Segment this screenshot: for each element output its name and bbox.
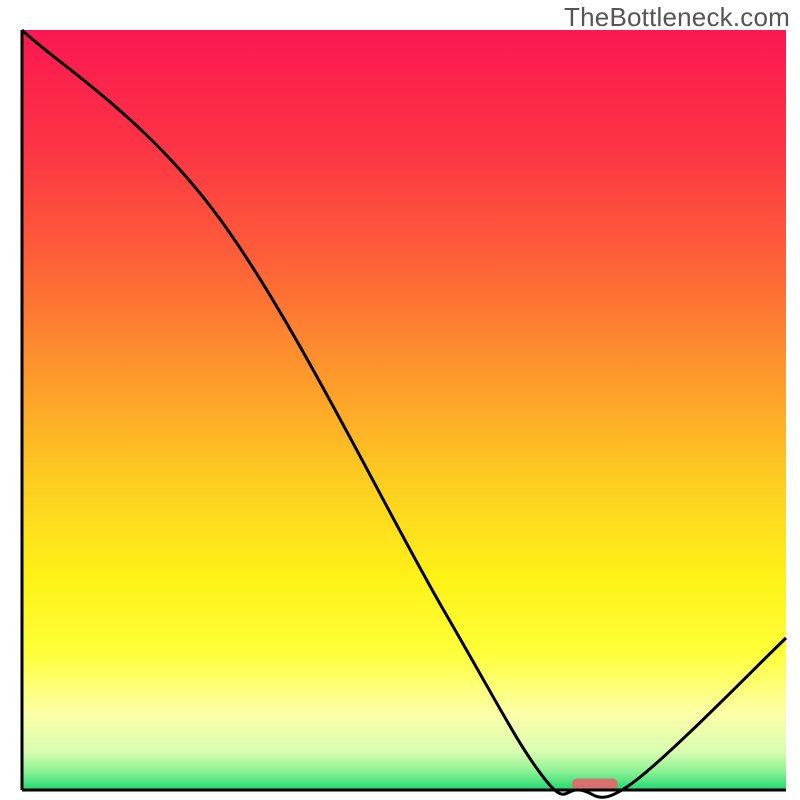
watermark-text: TheBottleneck.com (564, 2, 790, 33)
bottleneck-chart (0, 0, 800, 800)
optimal-marker (572, 779, 618, 790)
plot-background (22, 30, 786, 790)
chart-stage: TheBottleneck.com (0, 0, 800, 800)
